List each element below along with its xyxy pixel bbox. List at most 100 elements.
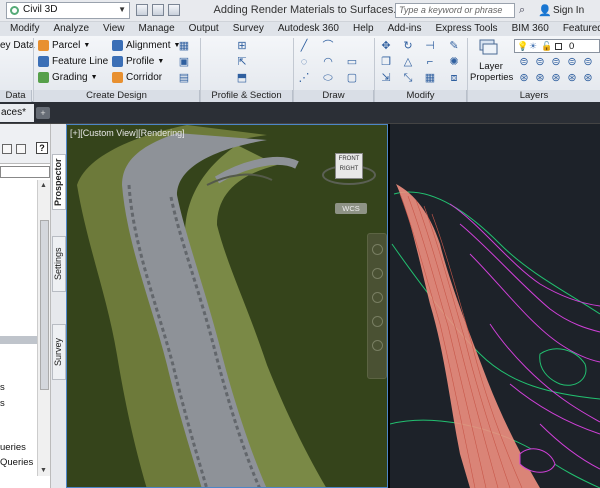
tab-settings[interactable]: Settings [52, 236, 66, 292]
toolspace-view-dropdown[interactable] [0, 166, 50, 178]
tab-survey[interactable]: Survey [52, 324, 66, 380]
steering-wheel-icon[interactable] [372, 244, 383, 255]
pan-icon[interactable] [372, 268, 383, 279]
ground-data-panel-title[interactable]: Data [0, 90, 32, 102]
layer-tool-icon[interactable]: ⊜ [534, 56, 546, 68]
document-tab[interactable]: aces* [0, 104, 34, 122]
scrollbar-thumb[interactable] [40, 220, 49, 390]
modify-panel-title[interactable]: Modify [375, 90, 467, 102]
layer-tool-icon[interactable]: ⊛ [518, 72, 530, 84]
profile-button[interactable]: Profile ▼ [112, 56, 164, 67]
tab-view[interactable]: View [96, 22, 132, 36]
move-icon[interactable]: ✥ [380, 40, 392, 52]
viewcube-front-face: FRONT [338, 156, 360, 162]
layer-tool-icon[interactable]: ⊜ [550, 56, 562, 68]
layer-properties-button[interactable]: Layer Properties [470, 61, 513, 83]
create-design-tool-icon[interactable]: ▤ [178, 72, 190, 84]
tab-prospector[interactable]: Prospector [52, 154, 66, 210]
zoom-icon[interactable] [372, 292, 383, 303]
copy-icon[interactable]: ❐ [380, 56, 392, 68]
layer-tool-icon[interactable]: ⊛ [582, 72, 594, 84]
polyline-icon[interactable]: ⌒ [322, 40, 334, 52]
search-icon[interactable]: ⌕ [519, 4, 525, 17]
grading-button[interactable]: Grading ▼ [38, 72, 98, 83]
profile-view-icon[interactable]: ⊞ [236, 40, 248, 52]
scroll-up-icon[interactable]: ▲ [40, 182, 47, 189]
hatch-icon[interactable]: ⋰ [298, 72, 310, 84]
tab-add-ins[interactable]: Add-ins [381, 22, 429, 36]
tab-bim-360[interactable]: BIM 360 [505, 22, 556, 36]
showmotion-icon[interactable] [372, 340, 383, 351]
arc-icon[interactable]: ◠ [322, 56, 334, 68]
array-icon[interactable]: ▦ [424, 72, 436, 84]
help-icon[interactable]: ? [36, 142, 48, 154]
orbit-icon[interactable] [372, 316, 383, 327]
tree-item-queries[interactable]: Queries [0, 457, 33, 468]
section-view-icon[interactable]: ⇱ [236, 56, 248, 68]
rotate-icon[interactable]: ↻ [402, 40, 414, 52]
tab-manage[interactable]: Manage [132, 22, 182, 36]
selected-tree-item[interactable] [0, 336, 37, 344]
lock-icon: 🔓 [541, 41, 553, 51]
alignment-button[interactable]: Alignment ▼ [112, 40, 180, 51]
region-icon[interactable]: ▢ [346, 72, 358, 84]
tree-item-queries[interactable]: ueries [0, 442, 26, 453]
tab-survey[interactable]: Survey [226, 22, 271, 36]
ground-data-button[interactable]: ey Data [0, 40, 34, 51]
scale-icon[interactable]: ⤡ [402, 72, 414, 84]
parcel-button[interactable]: Parcel ▼ [38, 40, 90, 51]
layer-tool-icon[interactable]: ⊛ [566, 72, 578, 84]
toolspace-button-icon[interactable] [2, 144, 12, 154]
tab-analyze[interactable]: Analyze [46, 22, 96, 36]
draw-panel-title[interactable]: Draw [294, 90, 374, 102]
ellipse-icon[interactable]: ⬭ [322, 72, 334, 84]
trim-icon[interactable]: ⊣ [424, 40, 436, 52]
tab-autodesk-360[interactable]: Autodesk 360 [271, 22, 346, 36]
wcs-menu[interactable]: WCS [335, 203, 367, 214]
mirror-icon[interactable]: △ [402, 56, 414, 68]
fillet-icon[interactable]: ⌐ [424, 56, 436, 68]
tab-output[interactable]: Output [182, 22, 226, 36]
tree-item[interactable]: s [0, 382, 5, 393]
toolspace-button-icon[interactable] [16, 144, 26, 154]
sign-in-link[interactable]: Sign In [553, 5, 584, 16]
viewport-3d-rendering[interactable]: [+][Custom View][Rendering] FRONT RIGHT … [66, 124, 388, 488]
viewport-plan-contours[interactable] [390, 124, 600, 488]
create-design-tool-icon[interactable]: ▣ [178, 56, 190, 68]
tab-express-tools[interactable]: Express Tools [428, 22, 504, 36]
line-icon[interactable]: ╱ [298, 40, 310, 52]
feature-line-button[interactable]: Feature Line▼ [38, 56, 118, 67]
tab-featured-apps[interactable]: Featured Apps [556, 22, 600, 36]
layer-tool-icon[interactable]: ⊛ [534, 72, 546, 84]
rectangle-icon[interactable]: ▭ [346, 56, 358, 68]
circle-icon[interactable]: ◌ [298, 56, 310, 68]
layer-tool-icon[interactable]: ⊛ [550, 72, 562, 84]
viewport-label[interactable]: [+][Custom View][Rendering] [70, 128, 185, 138]
layers-panel-title[interactable]: Layers [468, 90, 600, 102]
toolspace-toolbar: ? [0, 124, 50, 164]
layer-dropdown[interactable]: 💡 ☀ 🔓 0 [514, 39, 600, 53]
scroll-down-icon[interactable]: ▼ [40, 467, 47, 474]
search-input[interactable]: Type a keyword or phrase [395, 3, 515, 18]
viewcube[interactable]: FRONT RIGHT [335, 153, 363, 179]
offset-icon[interactable]: ⧈ [448, 72, 460, 84]
stretch-icon[interactable]: ⇲ [380, 72, 392, 84]
explode-icon[interactable]: ✺ [448, 56, 460, 68]
title-bar: Civil 3D ▼ Adding Render Materials to Su… [0, 0, 600, 22]
layer-properties-icon[interactable] [478, 38, 500, 58]
layer-tool-icon[interactable]: ⊜ [518, 56, 530, 68]
erase-icon[interactable]: ✎ [448, 40, 460, 52]
layer-tool-icon[interactable]: ⊜ [582, 56, 594, 68]
tab-help[interactable]: Help [346, 22, 381, 36]
new-tab-icon[interactable]: + [36, 107, 50, 119]
tab-modify[interactable]: Modify [0, 22, 46, 36]
create-design-panel-title[interactable]: Create Design [34, 90, 200, 102]
corridor-button[interactable]: Corridor [112, 72, 162, 83]
tree-item[interactable]: s [0, 398, 5, 409]
chevron-down-icon: ▼ [157, 58, 165, 65]
profile-section-panel-title[interactable]: Profile & Section Views [201, 90, 293, 113]
sample-lines-icon[interactable]: ⬒ [236, 72, 248, 84]
create-design-tool-icon[interactable]: ▦ [178, 40, 190, 52]
layer-tool-icon[interactable]: ⊜ [566, 56, 578, 68]
toolspace-scrollbar[interactable]: ▲ ▼ [37, 180, 50, 476]
